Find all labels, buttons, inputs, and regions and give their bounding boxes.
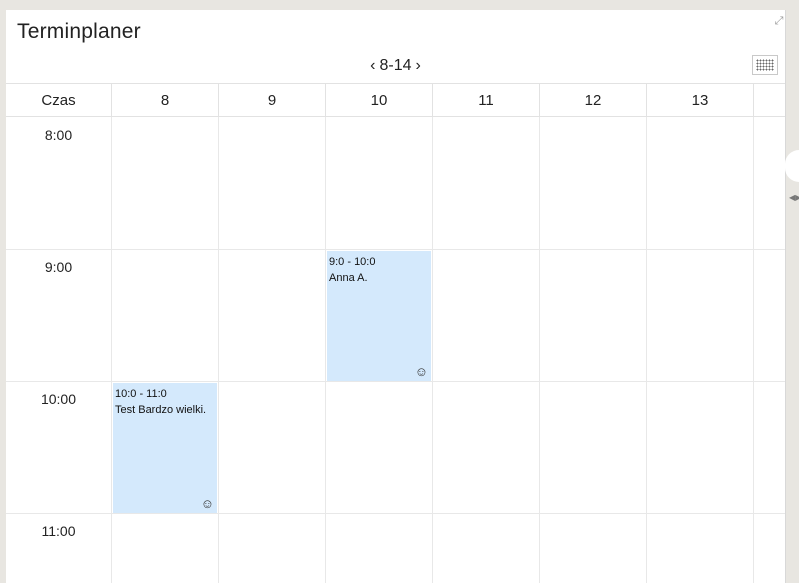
day-header-10[interactable]: 10 [325,84,432,117]
time-label-10: 10:00 [40,391,77,407]
time-label-8: 8:00 [44,127,73,143]
time-label-9: 9:00 [44,259,73,275]
time-label-11: 11:00 [41,523,76,539]
event-time: 9:0 - 10:0 [329,256,376,268]
calendar-event[interactable]: 10:0 - 11:0 Test Bardzo wielki. ☺ [113,383,217,513]
day-header-13[interactable]: 13 [646,84,753,117]
grid-line [6,249,785,250]
window-title: Terminplaner [17,20,141,43]
calendar-grid-icon [756,59,774,71]
terminplaner-window: ⤢ Terminplaner ‹ 8-14 › Czas 8 9 10 11 12 … [6,10,786,583]
calendar-grid: Czas 8 9 10 11 12 13 8:00 9:00 10:00 11:… [6,83,785,583]
grid-line [6,381,785,382]
range-navigation: ‹ 8-14 › [6,57,785,75]
calendar-header-row: Czas 8 9 10 11 12 13 [6,83,785,117]
smiley-icon: ☺ [200,496,214,511]
prev-week-button[interactable]: ‹ [366,57,379,75]
date-range-label: 8-14 [379,57,412,74]
event-title: Test Bardzo wielki. [115,404,207,416]
event-time: 10:0 - 11:0 [115,388,167,400]
grid-line [6,513,785,514]
day-header-11[interactable]: 11 [432,84,539,117]
day-header-9[interactable]: 9 [218,84,325,117]
next-week-button[interactable]: › [412,57,425,75]
expand-icon[interactable]: ⤢ [773,15,785,27]
smiley-icon: ☺ [414,364,428,379]
time-column-header: Czas [41,92,76,109]
side-panel-tab[interactable] [785,150,799,182]
day-header-14-partial[interactable] [753,84,785,117]
day-header-12[interactable]: 12 [539,84,646,117]
resize-handle-icon[interactable]: ◀▶ [789,193,799,202]
day-header-8[interactable]: 8 [111,84,218,117]
event-title: Anna A. [329,272,368,284]
month-view-toggle-button[interactable] [752,55,778,75]
calendar-event[interactable]: 9:0 - 10:0 Anna A. ☺ [327,251,431,381]
calendar-body: 8:00 9:00 10:00 11:00 9:0 - 10:0 Anna A.… [6,117,785,583]
